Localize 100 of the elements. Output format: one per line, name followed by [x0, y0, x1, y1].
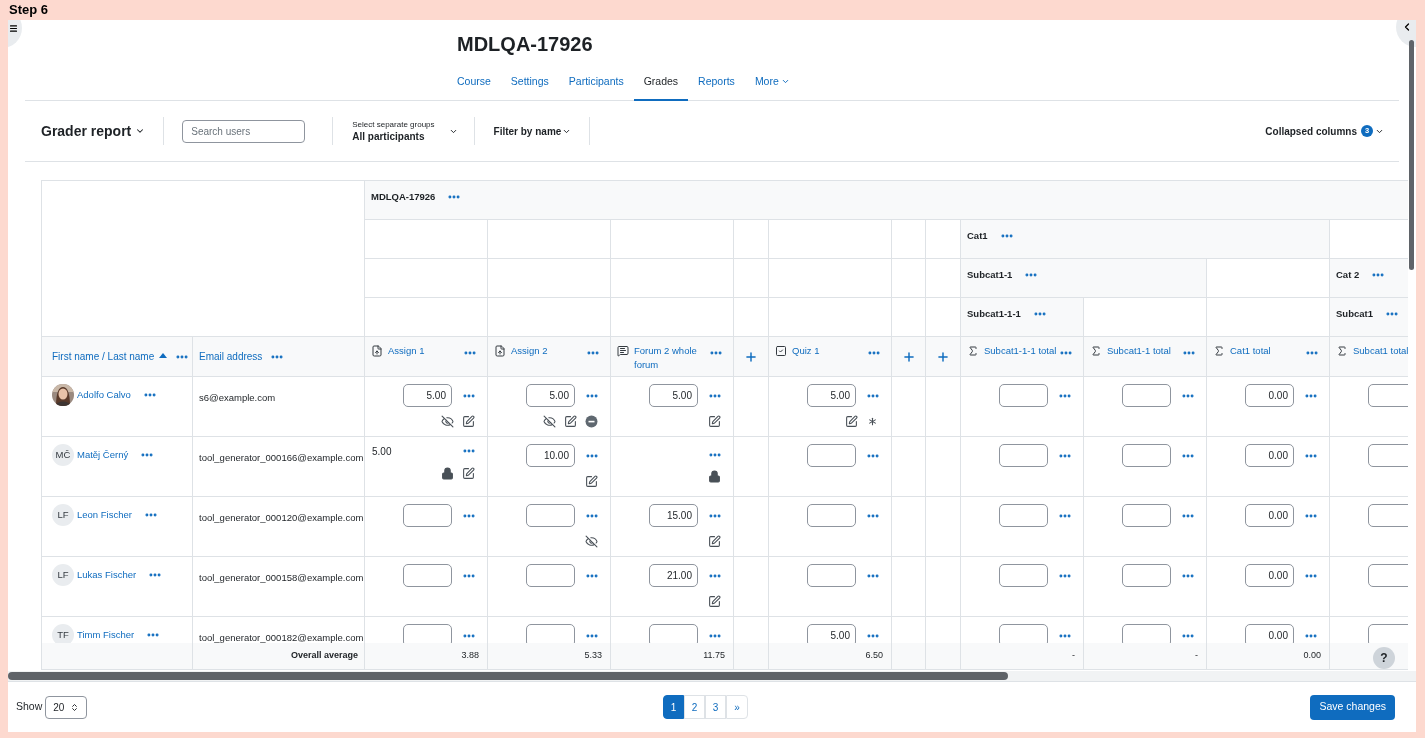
nav-tab[interactable]: Participants: [558, 64, 634, 101]
grade-field[interactable]: [649, 624, 698, 643]
grade-field[interactable]: 0.00: [1245, 444, 1294, 467]
grade-field[interactable]: [999, 384, 1048, 407]
column-heading[interactable]: Assign 1: [388, 344, 425, 358]
student-name[interactable]: Timm Fischer: [77, 627, 135, 643]
grade-field[interactable]: 5.00: [526, 384, 575, 407]
edit-icon[interactable]: [564, 415, 577, 428]
grade-field[interactable]: [526, 564, 575, 587]
grade-field[interactable]: 5.00: [403, 384, 452, 407]
average-label: Overall average: [290, 649, 358, 663]
caret-icon: [135, 126, 146, 136]
grade-field[interactable]: [999, 504, 1048, 527]
grade-field[interactable]: [807, 504, 856, 527]
nav-tab[interactable]: Grades: [633, 64, 689, 101]
grade-field[interactable]: [1122, 384, 1171, 407]
groups-dropdown[interactable]: Select separate groups All participants: [352, 118, 458, 144]
menu-icon: [9, 23, 18, 33]
edit-icon[interactable]: [462, 415, 475, 428]
nav-tab[interactable]: Course: [447, 64, 501, 101]
add-icon[interactable]: [936, 349, 950, 364]
grade-field[interactable]: 0.00: [1245, 504, 1294, 527]
grade-field[interactable]: [1122, 564, 1171, 587]
edit-icon[interactable]: [462, 467, 475, 480]
add-icon[interactable]: [901, 349, 916, 364]
column-heading[interactable]: First name / Last name: [52, 349, 155, 364]
up-down-icon: [70, 702, 80, 712]
report-menu-button[interactable]: Grader report: [41, 120, 146, 142]
page-link[interactable]: 3: [705, 695, 726, 719]
grade-field[interactable]: [526, 624, 575, 643]
grade-field[interactable]: 5.00: [649, 384, 698, 407]
average-value: 3.88: [461, 649, 479, 663]
scrollbar[interactable]: [8, 672, 1008, 680]
grade-field[interactable]: [403, 564, 452, 587]
average-value: -: [1195, 649, 1198, 663]
page-link[interactable]: 1: [663, 695, 684, 719]
grade-field[interactable]: [1368, 444, 1408, 467]
nav-tab[interactable]: Reports: [688, 64, 745, 101]
grade-field[interactable]: [1122, 504, 1171, 527]
grade-field[interactable]: [807, 564, 856, 587]
grade-field[interactable]: [999, 564, 1048, 587]
grade-field[interactable]: 0.00: [1245, 564, 1294, 587]
sigma-icon: [1336, 345, 1348, 357]
column-heading[interactable]: Cat1 total: [1230, 344, 1271, 358]
show-label: Show: [16, 699, 43, 715]
grade-field[interactable]: [1368, 384, 1408, 407]
column-heading[interactable]: Forum 2 whole forum: [634, 344, 709, 372]
avatar-initials: LF: [52, 504, 74, 526]
edit-icon[interactable]: [708, 415, 721, 428]
student-name[interactable]: Matěj Černý: [77, 447, 129, 463]
column-heading[interactable]: Assign 2: [511, 344, 548, 358]
grade-field[interactable]: [403, 504, 452, 527]
next-page-link[interactable]: »: [726, 695, 748, 719]
per-page-select[interactable]: 20: [45, 695, 88, 719]
average-value: 11.75: [703, 649, 725, 663]
grade-field[interactable]: [999, 444, 1048, 467]
edit-icon[interactable]: [845, 415, 858, 428]
student-name[interactable]: Adolfo Calvo: [77, 387, 131, 403]
grade-field[interactable]: 21.00: [649, 564, 698, 587]
grade-field[interactable]: [807, 444, 856, 467]
search-field[interactable]: Search users: [182, 119, 306, 143]
category-heading: Subcat1: [1336, 307, 1373, 321]
grade-field[interactable]: [1122, 624, 1171, 643]
category-heading: Cat 2: [1336, 268, 1360, 282]
edit-icon[interactable]: [708, 595, 721, 608]
average-value: 5.33: [584, 649, 602, 663]
column-heading[interactable]: Subcat1-1-1 total: [984, 344, 1057, 358]
student-name[interactable]: Leon Fischer: [77, 507, 132, 523]
crossed-eye-icon: [543, 415, 556, 428]
edit-icon[interactable]: [708, 535, 721, 548]
grade-field[interactable]: 5.00: [807, 384, 856, 407]
grade-field[interactable]: [1368, 564, 1408, 587]
email-text: tool_generator_000158@example.com: [199, 572, 364, 583]
edit-icon[interactable]: [585, 475, 598, 488]
asterisk-icon: [866, 415, 879, 428]
column-heading[interactable]: Subcat1 total: [1353, 344, 1408, 358]
grade-field[interactable]: 0.00: [1245, 624, 1294, 643]
student-name[interactable]: Lukas Fischer: [77, 567, 137, 583]
nav-tab[interactable]: More: [744, 64, 800, 101]
filter-dropdown[interactable]: Filter by name: [493, 123, 572, 139]
grade-field[interactable]: [526, 504, 575, 527]
grade-field[interactable]: [1122, 444, 1171, 467]
column-heading[interactable]: Subcat1-1 total: [1107, 344, 1171, 358]
save-button[interactable]: Save changes: [1310, 694, 1395, 720]
column-heading[interactable]: Quiz 1: [792, 344, 820, 358]
file-icon: [494, 345, 506, 357]
grade-field[interactable]: [999, 624, 1048, 643]
grade-field[interactable]: 5.00: [807, 624, 856, 643]
grade-field[interactable]: [403, 624, 452, 643]
page-link[interactable]: 2: [684, 695, 705, 719]
grade-field[interactable]: 10.00: [526, 444, 575, 467]
column-heading[interactable]: Email address: [199, 349, 263, 364]
grade-field[interactable]: 0.00: [1245, 384, 1294, 407]
average-value: 6.50: [865, 649, 883, 663]
course-title: MDLQA-17926: [457, 32, 593, 57]
scrollbar[interactable]: [1409, 40, 1414, 270]
grade-field[interactable]: [1368, 504, 1408, 527]
add-icon[interactable]: [744, 349, 758, 364]
nav-tab[interactable]: Settings: [500, 64, 559, 101]
grade-field[interactable]: 15.00: [649, 504, 698, 527]
